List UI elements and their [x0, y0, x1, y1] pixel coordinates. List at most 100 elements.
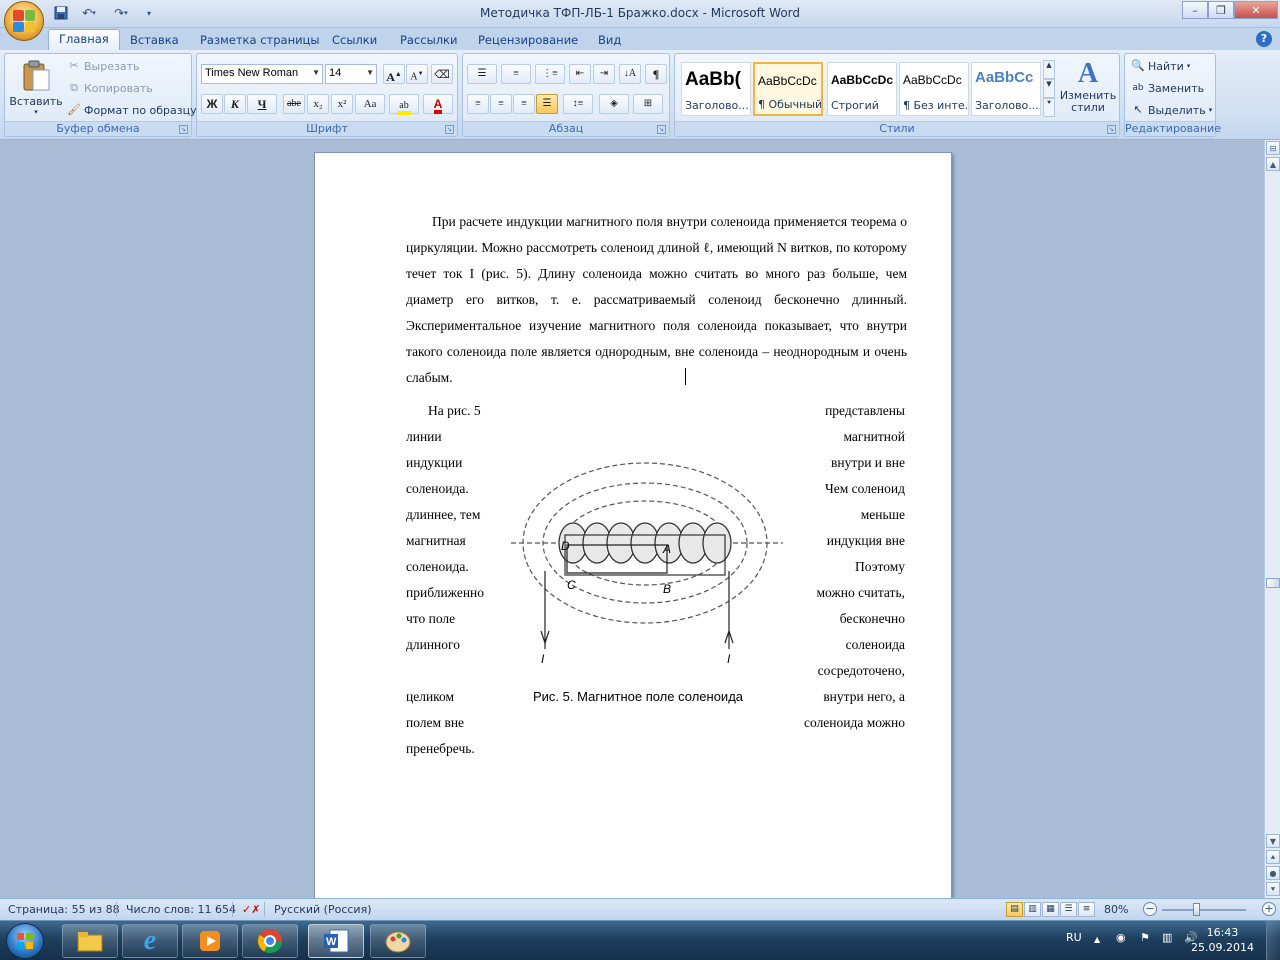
start-button[interactable]: [6, 923, 44, 959]
web-layout-icon[interactable]: ▦: [1042, 902, 1059, 917]
wrap-line-left[interactable]: длиннее, тем: [406, 507, 480, 523]
strikethrough-button[interactable]: abe: [283, 94, 305, 114]
subscript-button[interactable]: x₂: [307, 94, 329, 114]
wrap-line-right[interactable]: меньше: [861, 507, 905, 523]
input-language[interactable]: RU: [1066, 931, 1082, 944]
tab-view[interactable]: Вид: [598, 30, 621, 50]
font-name-select[interactable]: Times New Roman ▼: [201, 64, 323, 84]
change-case-button[interactable]: Aa: [355, 94, 385, 114]
scroll-down-icon[interactable]: ▼: [1266, 834, 1280, 848]
multilevel-list-button[interactable]: ⋮≡: [535, 64, 565, 84]
show-hidden-icons-icon[interactable]: ▲: [1094, 935, 1100, 944]
network-icon[interactable]: ▥: [1162, 931, 1172, 944]
scroll-thumb[interactable]: [1266, 578, 1280, 588]
bold-button[interactable]: Ж: [201, 94, 223, 114]
wrap-line-right[interactable]: индукция вне: [827, 533, 905, 549]
numbering-button[interactable]: ≡: [501, 64, 531, 84]
format-painter-button[interactable]: 🖌 Формат по образцу: [67, 103, 197, 117]
wrap-line-left[interactable]: соленоида.: [406, 481, 469, 497]
style-no-spacing[interactable]: AaBbCcDc ¶ Без инте...: [899, 62, 969, 116]
wrap-line-right[interactable]: внутри него, а: [823, 689, 905, 705]
zoom-out-icon[interactable]: −: [1143, 902, 1157, 916]
word-count[interactable]: Число слов: 11 654: [126, 903, 236, 916]
proofing-icon[interactable]: ✓✗: [242, 903, 260, 916]
undo-icon[interactable]: ↶ ▾: [76, 4, 102, 22]
wrap-line-left[interactable]: длинного: [406, 637, 460, 653]
show-desktop-button[interactable]: [1266, 921, 1280, 960]
word-taskbar-icon[interactable]: W: [308, 924, 364, 958]
customize-qat-icon[interactable]: ▾: [140, 4, 158, 22]
draft-icon[interactable]: ≡: [1078, 902, 1095, 917]
wrap-line-right[interactable]: магнитной: [843, 429, 905, 445]
scroll-up-icon[interactable]: ▲: [1266, 157, 1280, 171]
wrap-line-right[interactable]: представлены: [825, 403, 905, 419]
paste-dropdown-icon[interactable]: ▾: [9, 108, 63, 116]
tray-app-icon[interactable]: ◉: [1116, 931, 1126, 944]
tab-mailings[interactable]: Рассылки: [400, 30, 457, 50]
previous-page-icon[interactable]: ⯅: [1266, 850, 1280, 864]
wrap-line-left[interactable]: что поле: [406, 611, 455, 627]
wrap-line-left[interactable]: На рис. 5: [428, 403, 481, 419]
clock[interactable]: 16:43 25.09.2014: [1191, 925, 1254, 955]
clear-formatting-button[interactable]: ⌫: [431, 64, 453, 84]
paragraph-1[interactable]: При расчете индукции магнитного поля вну…: [406, 209, 907, 391]
media-player-taskbar-icon[interactable]: [182, 924, 238, 958]
internet-explorer-taskbar-icon[interactable]: e: [122, 924, 178, 958]
paste-button[interactable]: Вставить ▾: [9, 58, 63, 118]
tab-insert[interactable]: Вставка: [130, 30, 179, 50]
more-styles-icon[interactable]: ⯆: [1043, 98, 1055, 117]
align-center-button[interactable]: ≡: [490, 94, 512, 114]
tab-home[interactable]: Главная: [48, 29, 120, 50]
find-button[interactable]: 🔍 Найти ▾: [1131, 59, 1190, 73]
wrap-line-right[interactable]: соленоида можно: [804, 715, 905, 731]
tab-references[interactable]: Ссылки: [332, 30, 377, 50]
wrap-line-left[interactable]: приближенно: [406, 585, 484, 601]
ruler-toggle-icon[interactable]: ⊟: [1266, 141, 1280, 155]
italic-button[interactable]: К: [224, 94, 246, 114]
underline-button[interactable]: Ч: [247, 94, 277, 114]
zoom-level[interactable]: 80%: [1104, 903, 1128, 916]
wrap-line-right[interactable]: соленоида: [846, 637, 905, 653]
chevron-down-icon[interactable]: ▼: [1043, 79, 1055, 98]
paragraph-launcher-icon[interactable]: ↘: [657, 125, 666, 134]
zoom-slider[interactable]: [1162, 909, 1246, 911]
paint-taskbar-icon[interactable]: [370, 924, 426, 958]
wrap-line-right[interactable]: можно считать,: [816, 585, 905, 601]
explorer-taskbar-icon[interactable]: [62, 924, 118, 958]
superscript-button[interactable]: x²: [331, 94, 353, 114]
next-page-icon[interactable]: ⯆: [1266, 882, 1280, 896]
change-styles-button[interactable]: A Изменить стили: [1059, 58, 1117, 114]
increase-indent-button[interactable]: ⇥: [593, 64, 615, 84]
style-heading1[interactable]: AaBb( Заголово...: [681, 62, 751, 116]
redo-icon[interactable]: ↷ ▾: [108, 4, 134, 22]
full-screen-reading-icon[interactable]: ▥: [1024, 902, 1041, 917]
font-launcher-icon[interactable]: ↘: [445, 125, 454, 134]
wrap-line-left[interactable]: полем вне: [406, 715, 464, 731]
shrink-font-button[interactable]: A▼: [406, 64, 428, 84]
line-spacing-button[interactable]: ↕≡: [563, 94, 593, 114]
shading-button[interactable]: ◈: [599, 94, 629, 114]
wrap-line-right[interactable]: внутри и вне: [831, 455, 905, 471]
wrap-line-right[interactable]: Чем соленоид: [825, 481, 905, 497]
style-strong[interactable]: AaBbCcDc Строгий: [827, 62, 897, 116]
wrap-line-left[interactable]: магнитная: [406, 533, 466, 549]
wrap-line-left[interactable]: линии: [406, 429, 442, 445]
font-size-select[interactable]: 14 ▼: [325, 64, 377, 84]
chevron-up-icon[interactable]: ▲: [1043, 60, 1055, 79]
styles-launcher-icon[interactable]: ↘: [1107, 125, 1116, 134]
page-count[interactable]: Страница: 55 из 88: [8, 903, 120, 916]
chrome-taskbar-icon[interactable]: [242, 924, 298, 958]
document-area[interactable]: При расчете индукции магнитного поля вну…: [0, 140, 1264, 898]
wrap-line-left[interactable]: пренебречь.: [406, 741, 475, 757]
copy-button[interactable]: ⧉ Копировать: [67, 81, 153, 95]
vertical-scrollbar[interactable]: ⊟ ▲ ▼ ⯅ ● ⯆: [1264, 140, 1280, 898]
action-center-flag-icon[interactable]: ⚑: [1140, 931, 1150, 944]
show-marks-button[interactable]: ¶: [645, 64, 667, 84]
wrap-line-right[interactable]: Поэтому: [855, 559, 905, 575]
wrap-line-left[interactable]: соленоида.: [406, 559, 469, 575]
cut-button[interactable]: ✂ Вырезать: [67, 59, 139, 73]
wrap-line-right[interactable]: сосредоточено,: [818, 663, 905, 679]
align-left-button[interactable]: ≡: [467, 94, 489, 114]
replace-button[interactable]: ab Заменить: [1131, 81, 1204, 95]
zoom-slider-thumb[interactable]: [1193, 903, 1200, 916]
